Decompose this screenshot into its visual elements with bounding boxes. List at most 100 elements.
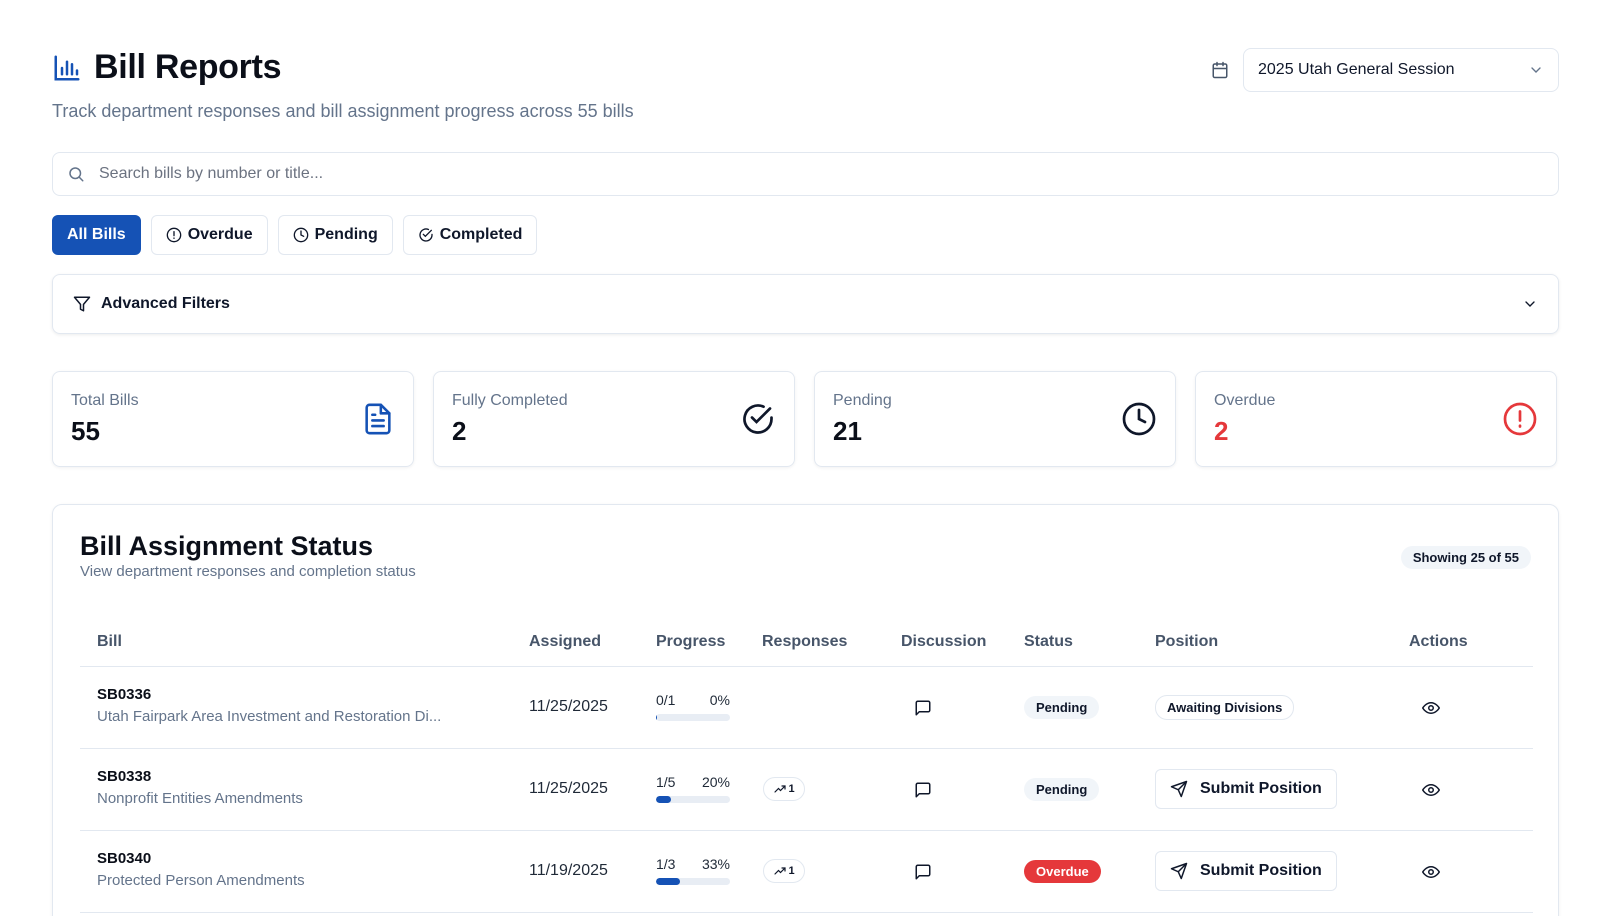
alert-circle-icon	[166, 227, 182, 243]
stat-card-total: Total Bills 55	[52, 371, 414, 467]
progress-bar-fill	[656, 878, 681, 885]
stat-value: 2	[1214, 415, 1229, 446]
panel-subtitle: View department responses and completion…	[80, 563, 416, 580]
stats-row: Total Bills 55 Fully Completed 2 Pending…	[52, 371, 1557, 467]
responses-count: 1	[788, 783, 795, 795]
submit-position-label: Submit Position	[1200, 780, 1322, 797]
session-select[interactable]: 2025 Utah General Session	[1243, 48, 1559, 92]
stat-value: 55	[71, 415, 100, 446]
responses-chip[interactable]: 1	[763, 777, 805, 801]
eye-icon[interactable]	[1422, 699, 1440, 717]
column-header-status: Status	[1024, 633, 1073, 650]
submit-position-button[interactable]: Submit Position	[1155, 769, 1337, 809]
filter-overdue-button[interactable]: Overdue	[150, 215, 268, 255]
showing-count-badge: Showing 25 of 55	[1400, 546, 1531, 569]
progress-bar	[656, 878, 730, 885]
column-header-actions: Actions	[1409, 633, 1468, 650]
progress-bar-fill	[656, 796, 671, 803]
bill-number[interactable]: SB0340	[97, 850, 305, 867]
panel-title: Bill Assignment Status	[80, 531, 374, 561]
column-header-bill: Bill	[97, 633, 122, 650]
filter-tabs: All Bills Overdue Pending Completed	[52, 215, 538, 255]
session-select-value: 2025 Utah General Session	[1258, 61, 1455, 78]
chevron-down-icon	[1522, 296, 1538, 312]
bill-title: Nonprofit Entities Amendments	[97, 790, 303, 807]
column-header-discussion: Discussion	[901, 633, 987, 650]
progress-percent: 20%	[701, 774, 730, 790]
clock-icon	[1121, 401, 1157, 437]
discussion-icon[interactable]	[914, 863, 932, 881]
position-badge: Awaiting Divisions	[1155, 695, 1295, 720]
bill-title: Protected Person Amendments	[97, 872, 305, 889]
assigned-date: 11/25/2025	[529, 698, 608, 715]
progress-percent: 33%	[701, 856, 730, 872]
filter-completed-button[interactable]: Completed	[402, 215, 538, 255]
progress-count: 1/5	[656, 774, 676, 790]
column-header-assigned: Assigned	[529, 633, 602, 650]
eye-icon[interactable]	[1422, 863, 1440, 881]
trending-up-icon	[773, 783, 787, 795]
bill-number[interactable]: SB0336	[97, 686, 441, 703]
progress-cell: 0/1 0%	[656, 692, 730, 721]
progress-bar-fill	[656, 714, 658, 721]
alert-circle-icon	[1502, 401, 1538, 437]
advanced-filters-label: Advanced Filters	[101, 295, 230, 312]
assigned-date: 11/25/2025	[529, 780, 608, 797]
filter-label: Pending	[314, 226, 378, 243]
progress-bar	[656, 714, 730, 721]
table-row[interactable]: SB0340 Protected Person Amendments 11/19…	[80, 831, 1533, 913]
check-circle-icon	[740, 401, 776, 437]
calendar-icon	[1211, 61, 1229, 79]
stat-label: Fully Completed	[452, 391, 568, 409]
stat-value: 21	[833, 415, 862, 446]
status-badge: Pending	[1024, 696, 1100, 719]
column-header-responses: Responses	[762, 633, 848, 650]
session-selector-group: 2025 Utah General Session	[1211, 48, 1559, 92]
bill-title: Utah Fairpark Area Investment and Restor…	[97, 708, 442, 725]
responses-count: 1	[788, 865, 795, 877]
check-circle-icon	[418, 227, 434, 243]
stat-card-completed: Fully Completed 2	[433, 371, 795, 467]
discussion-icon[interactable]	[914, 781, 932, 799]
stat-card-overdue: Overdue 2	[1195, 371, 1557, 467]
stat-card-pending: Pending 21	[814, 371, 1176, 467]
search-icon	[67, 165, 85, 183]
table-row[interactable]: SB0338 Nonprofit Entities Amendments 11/…	[80, 749, 1533, 831]
filter-all-bills-button[interactable]: All Bills	[52, 215, 141, 255]
stat-value: 2	[452, 415, 467, 446]
advanced-filters-toggle[interactable]: Advanced Filters	[52, 274, 1559, 334]
responses-chip[interactable]: 1	[763, 859, 805, 883]
bar-chart-icon	[52, 53, 82, 83]
page-title: Bill Reports	[94, 48, 282, 86]
assigned-date: 11/19/2025	[529, 862, 608, 879]
trending-up-icon	[773, 865, 787, 877]
progress-cell: 1/3 33%	[656, 856, 730, 885]
filter-icon	[73, 295, 91, 313]
page-header: Bill Reports Track department responses …	[52, 48, 634, 122]
eye-icon[interactable]	[1422, 781, 1440, 799]
progress-bar	[656, 796, 730, 803]
send-icon	[1170, 862, 1188, 880]
column-header-progress: Progress	[656, 633, 726, 650]
bill-assignment-panel: Bill Assignment Status View department r…	[52, 504, 1559, 916]
progress-count: 0/1	[656, 692, 676, 708]
column-header-position: Position	[1155, 633, 1219, 650]
progress-count: 1/3	[656, 856, 676, 872]
submit-position-button[interactable]: Submit Position	[1155, 851, 1337, 891]
stat-label: Overdue	[1214, 391, 1276, 409]
send-icon	[1170, 780, 1188, 798]
discussion-icon[interactable]	[914, 699, 932, 717]
filter-pending-button[interactable]: Pending	[277, 215, 393, 255]
bill-number[interactable]: SB0338	[97, 768, 303, 785]
search-bar[interactable]	[52, 152, 1559, 196]
page-subtitle: Track department responses and bill assi…	[52, 101, 634, 121]
clock-icon	[293, 227, 309, 243]
table-row[interactable]: SB0336 Utah Fairpark Area Investment and…	[80, 667, 1533, 749]
progress-cell: 1/5 20%	[656, 774, 730, 803]
filter-label: Overdue	[187, 226, 253, 243]
search-input[interactable]	[99, 165, 1544, 183]
filter-label: All Bills	[67, 226, 126, 243]
stat-label: Total Bills	[71, 391, 139, 409]
progress-percent: 0%	[709, 692, 730, 708]
chevron-down-icon	[1528, 62, 1544, 78]
